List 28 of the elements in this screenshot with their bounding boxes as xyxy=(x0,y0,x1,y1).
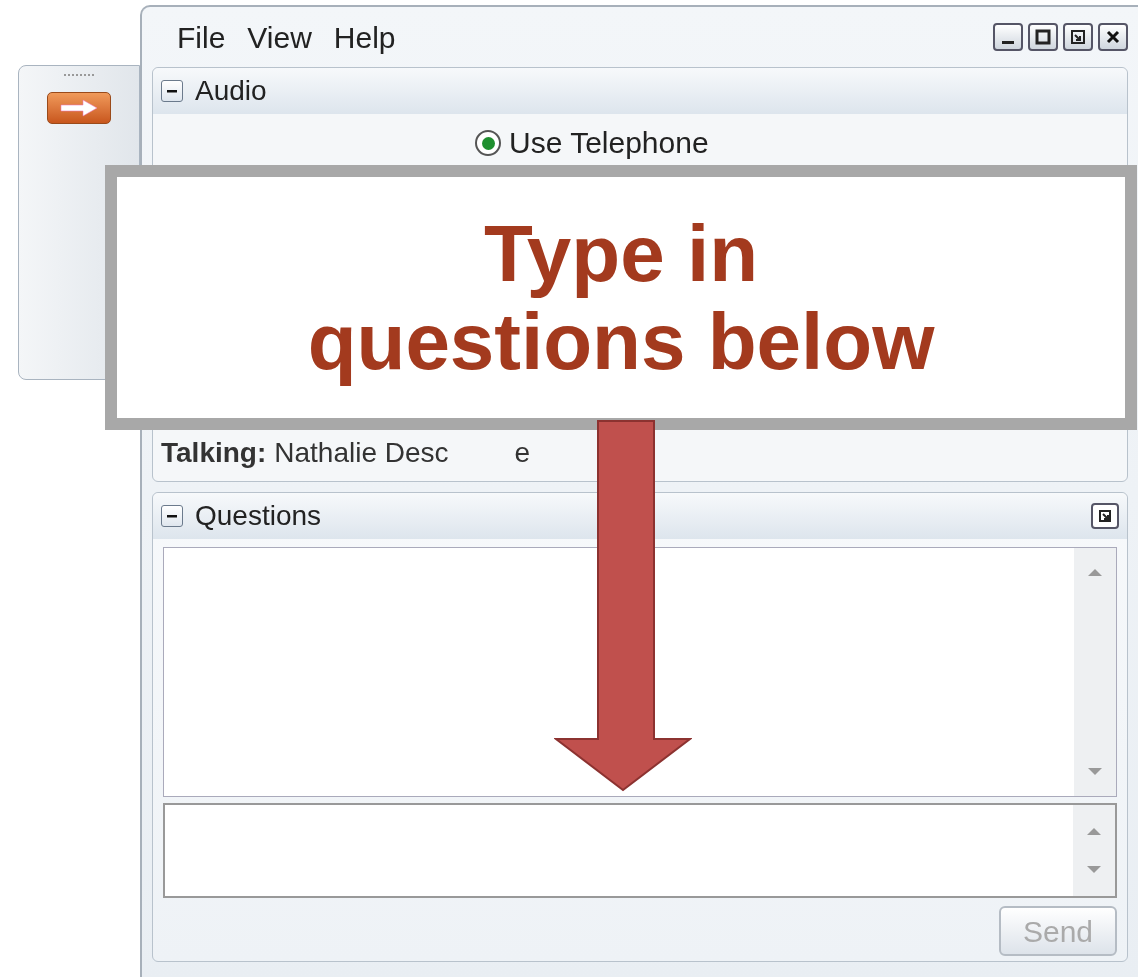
callout-text: questions below xyxy=(307,297,935,386)
maximize-icon xyxy=(1035,29,1051,45)
panel-title: Questions xyxy=(195,499,322,533)
restore-icon xyxy=(1070,29,1086,45)
panel-title: Audio xyxy=(195,74,267,108)
radio-button[interactable] xyxy=(475,130,501,156)
radio-label: Use Telephone xyxy=(509,128,709,158)
talking-name-tail: e xyxy=(514,436,531,470)
collapse-button[interactable] xyxy=(161,505,183,527)
close-button[interactable] xyxy=(1098,23,1128,51)
callout-text: Type in xyxy=(483,209,759,298)
talking-label: Talking: xyxy=(161,436,267,470)
arrow-button[interactable] xyxy=(47,92,111,124)
arrow-icon xyxy=(59,99,99,117)
talking-name: Nathalie Desc xyxy=(274,436,449,470)
restore-button[interactable] xyxy=(1063,23,1093,51)
maximize-button[interactable] xyxy=(1028,23,1058,51)
minimize-button[interactable] xyxy=(993,23,1023,51)
menu-item[interactable]: Help xyxy=(333,14,396,60)
close-icon xyxy=(1105,29,1121,45)
menu-item[interactable]: File xyxy=(177,14,226,60)
popout-button[interactable] xyxy=(1091,503,1119,529)
down-arrow-icon xyxy=(554,420,692,792)
minimize-icon xyxy=(1002,40,1014,44)
menu-item[interactable]: View xyxy=(247,14,312,60)
grip-icon xyxy=(64,74,94,78)
collapse-button[interactable] xyxy=(161,80,183,102)
restore-icon xyxy=(1098,509,1112,523)
